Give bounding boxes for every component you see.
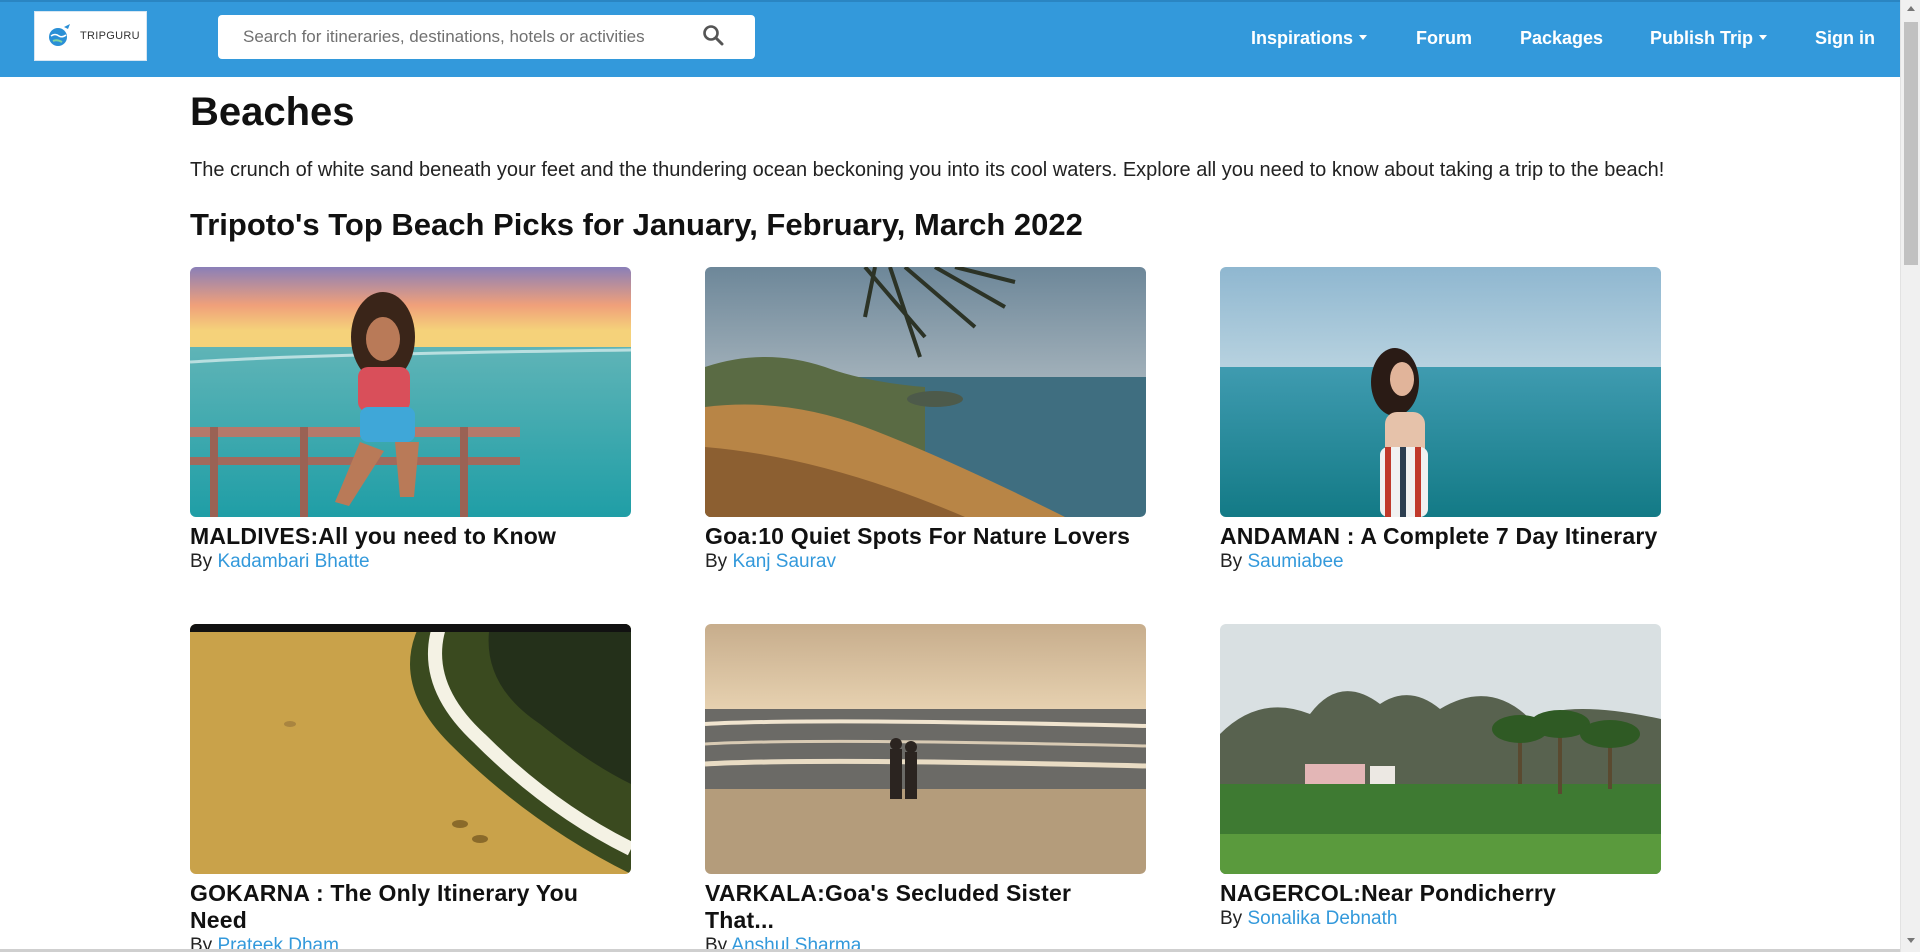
trip-card[interactable]: MALDIVES:All you need to Know By Kadamba…: [190, 267, 631, 574]
nav-inspirations[interactable]: Inspirations: [1251, 2, 1368, 75]
trip-card-byline: By Sonalika Debnath: [1220, 907, 1661, 931]
caret-down-icon: [1759, 35, 1768, 40]
varkala-photo: [705, 624, 1146, 874]
nav-inspirations-label: Inspirations: [1251, 28, 1354, 48]
top-nav-bar: TRIPGURU Inspirations Forum Packages Pub…: [0, 0, 1900, 77]
trip-card-image[interactable]: [705, 267, 1146, 517]
trip-card-image[interactable]: [190, 624, 631, 874]
logo-text: TRIPGURU: [80, 30, 140, 42]
trip-card-title[interactable]: VARKALA:Goa's Secluded Sister That...: [705, 880, 1146, 934]
trip-card-image[interactable]: [705, 624, 1146, 874]
nav-forum[interactable]: Forum: [1416, 2, 1472, 75]
author-link[interactable]: Kanj Saurav: [732, 551, 836, 572]
search-icon[interactable]: [702, 24, 724, 46]
scrollbar-thumb[interactable]: [1904, 22, 1918, 265]
trip-card-title[interactable]: Goa:10 Quiet Spots For Nature Lovers: [705, 523, 1146, 550]
trip-card-title[interactable]: GOKARNA : The Only Itinerary You Need: [190, 880, 631, 934]
nav-publish-trip[interactable]: Publish Trip: [1650, 2, 1768, 75]
site-logo[interactable]: TRIPGURU: [34, 11, 147, 61]
nav-sign-in-label: Sign in: [1815, 28, 1875, 48]
caret-down-icon: [1359, 35, 1368, 40]
trip-card-byline: By Kanj Saurav: [705, 550, 1146, 574]
by-label: By: [190, 551, 213, 572]
trip-card-image[interactable]: [1220, 267, 1661, 517]
by-label: By: [1220, 551, 1243, 572]
scroll-down-arrow-icon[interactable]: [1907, 938, 1915, 943]
author-link[interactable]: Saumiabee: [1247, 551, 1343, 572]
logo-globe-icon: [49, 24, 70, 46]
andaman-photo: [1220, 267, 1661, 517]
nagercol-photo: [1220, 624, 1661, 874]
nav-sign-in[interactable]: Sign in: [1815, 2, 1875, 75]
goa-photo: [705, 267, 1146, 517]
gokarna-photo: [190, 624, 631, 874]
scroll-up-arrow-icon[interactable]: [1907, 6, 1915, 11]
trip-card-byline: By Kadambari Bhatte: [190, 550, 631, 574]
trip-card-image[interactable]: [190, 267, 631, 517]
trip-card-title[interactable]: NAGERCOL:Near Pondicherry: [1220, 880, 1661, 907]
page-scrollbar[interactable]: [1900, 0, 1920, 952]
trip-card[interactable]: Goa:10 Quiet Spots For Nature Lovers By …: [705, 267, 1146, 574]
trip-card-byline: By Saumiabee: [1220, 550, 1661, 574]
author-link[interactable]: Kadambari Bhatte: [217, 551, 369, 572]
nav-forum-label: Forum: [1416, 28, 1472, 48]
by-label: By: [1220, 908, 1243, 929]
trip-card[interactable]: GOKARNA : The Only Itinerary You Need By…: [190, 624, 631, 952]
search-box: [218, 15, 755, 59]
nav-packages[interactable]: Packages: [1520, 2, 1603, 75]
maldives-photo: [190, 267, 631, 517]
section-title: Tripoto's Top Beach Picks for January, F…: [190, 207, 1083, 242]
by-label: By: [705, 551, 728, 572]
trip-card[interactable]: NAGERCOL:Near Pondicherry By Sonalika De…: [1220, 624, 1661, 931]
search-input[interactable]: [218, 15, 698, 59]
trip-card[interactable]: ANDAMAN : A Complete 7 Day Itinerary By …: [1220, 267, 1661, 574]
page-title: Beaches: [190, 90, 355, 134]
trip-card-title[interactable]: ANDAMAN : A Complete 7 Day Itinerary: [1220, 523, 1661, 550]
author-link[interactable]: Sonalika Debnath: [1247, 908, 1397, 929]
nav-packages-label: Packages: [1520, 28, 1604, 48]
trip-card-title[interactable]: MALDIVES:All you need to Know: [190, 523, 631, 550]
page-intro: The crunch of white sand beneath your fe…: [190, 159, 1665, 181]
trip-card[interactable]: VARKALA:Goa's Secluded Sister That... By…: [705, 624, 1146, 952]
trip-card-image[interactable]: [1220, 624, 1661, 874]
nav-publish-trip-label: Publish Trip: [1650, 28, 1754, 48]
